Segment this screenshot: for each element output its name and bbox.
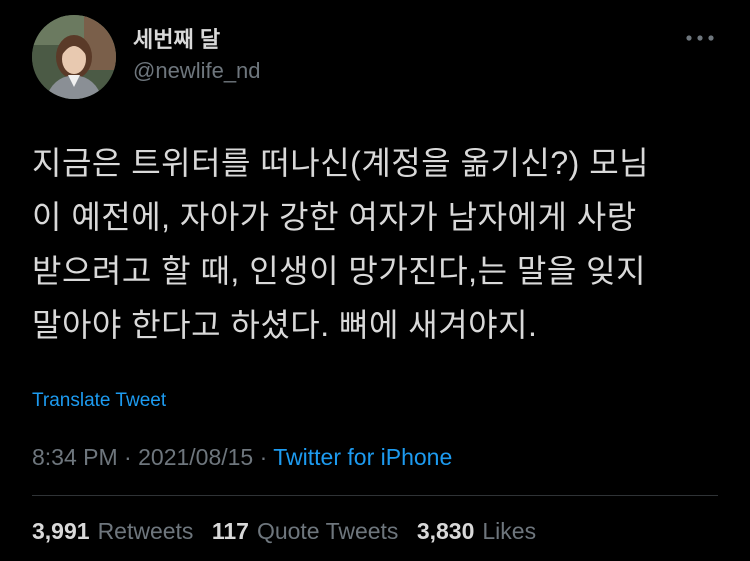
engagement-stats: 3,991 Retweets 117 Quote Tweets 3,830 Likes [32, 518, 548, 545]
translate-tweet-link[interactable]: Translate Tweet [32, 390, 166, 412]
retweets-stat[interactable]: 3,991 Retweets [32, 518, 193, 545]
avatar-image [32, 15, 116, 99]
meta-separator: · [253, 444, 274, 470]
divider [32, 495, 718, 496]
quote-tweets-count: 117 [211, 518, 249, 544]
quote-tweets-label: Quote Tweets [256, 518, 399, 544]
quote-tweets-stat[interactable]: 117 Quote Tweets [212, 518, 399, 545]
tweet-text: 지금은 트위터를 떠나신(계정을 옮기신?) 모님 이 예전에, 자아가 강한 … [32, 145, 650, 343]
author-display-name[interactable]: 세번째 달 [133, 22, 220, 54]
tweet-detail: 세번째 달 @newlife_nd 지금은 트위터를 떠나신(계정을 옮기신?)… [0, 0, 750, 561]
avatar[interactable] [32, 15, 116, 99]
tweet-meta: 8:34 PM · 2021/08/15 · Twitter for iPhon… [32, 444, 452, 471]
tweet-date[interactable]: 2021/08/15 [138, 444, 253, 470]
retweets-count: 3,991 [32, 518, 90, 544]
meta-separator: · [117, 444, 139, 470]
likes-stat[interactable]: 3,830 Likes [417, 518, 536, 545]
author-handle[interactable]: @newlife_nd [133, 58, 261, 84]
more-options-button[interactable] [682, 28, 718, 48]
likes-label: Likes [482, 518, 537, 544]
more-horizontal-icon [686, 35, 714, 41]
tweet-source-link[interactable]: Twitter for iPhone [273, 444, 452, 470]
tweet-time[interactable]: 8:34 PM [32, 444, 118, 470]
likes-count: 3,830 [416, 518, 475, 544]
retweets-label: Retweets [97, 518, 194, 544]
